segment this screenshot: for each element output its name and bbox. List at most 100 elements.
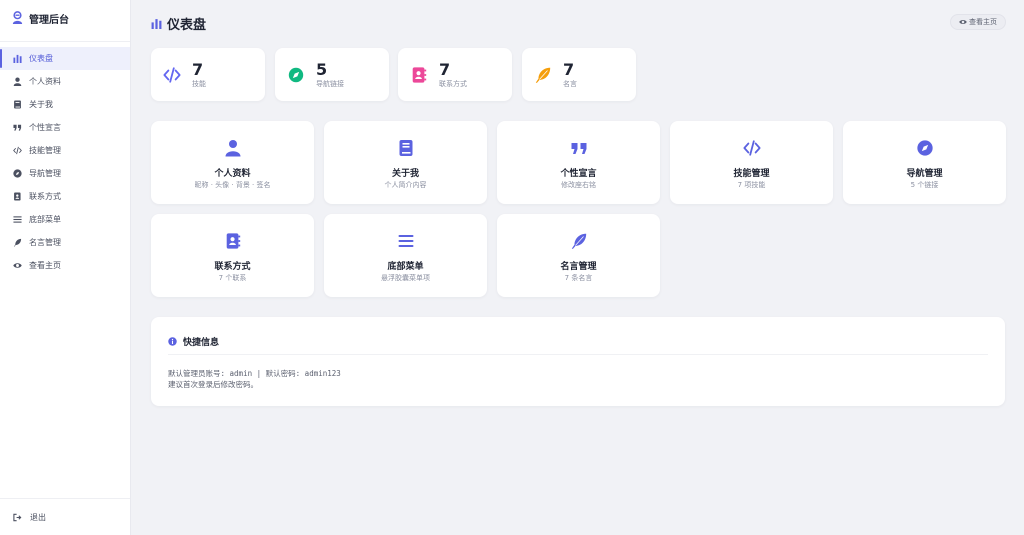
sidebar-item-contacts[interactable]: 联系方式	[0, 185, 130, 208]
sidebar-item-label: 仪表盘	[29, 54, 53, 63]
stat-card-contacts: 7 联系方式	[398, 48, 512, 101]
sidebar-item-navigation[interactable]: 导航管理	[0, 162, 130, 185]
quick-info-card: 快捷信息 默认管理员账号: admin | 默认密码: admin123 建议首…	[151, 317, 1005, 406]
feature-title: 关于我	[391, 169, 419, 179]
user-icon	[12, 77, 22, 87]
code-icon	[670, 139, 833, 157]
sidebar-item-about[interactable]: 关于我	[0, 93, 130, 116]
sidebar-nav: 仪表盘 个人资料 关于我 个性宣言 技能管理 导航管理 联系方式 底部菜单 名言…	[0, 47, 130, 277]
code-icon	[162, 65, 182, 85]
compass-icon	[843, 139, 1006, 157]
bars-icon	[12, 215, 22, 225]
sidebar-item-dashboard[interactable]: 仪表盘	[0, 47, 130, 70]
feather-icon	[533, 65, 553, 85]
quick-info-credentials: 默认管理员账号: admin | 默认密码: admin123	[168, 369, 341, 378]
info-circle-icon	[168, 337, 177, 346]
feature-card-navigation[interactable]: 导航管理 5 个链接	[843, 121, 1006, 204]
address-book-icon	[409, 65, 429, 85]
eye-icon	[959, 19, 967, 25]
feature-subtitle: 昵称 · 头像 · 背景 · 签名	[194, 181, 271, 189]
feature-subtitle: 修改座右铭	[561, 181, 596, 189]
compass-icon	[286, 65, 306, 85]
divider	[0, 41, 130, 42]
stat-label: 技能	[192, 79, 206, 88]
brand: 管理后台	[0, 0, 130, 36]
feature-title: 底部菜单	[387, 262, 424, 272]
stat-label: 名言	[563, 79, 577, 88]
stat-card-skills: 7 技能	[151, 48, 265, 101]
feature-card-contacts[interactable]: 联系方式 7 个联系	[151, 214, 314, 297]
feature-title: 联系方式	[214, 262, 251, 272]
sidebar-item-motto[interactable]: 个性宣言	[0, 116, 130, 139]
stat-card-quotes: 7 名言	[522, 48, 636, 101]
sidebar-item-label: 底部菜单	[29, 215, 61, 224]
feature-subtitle: 7 个联系	[218, 274, 247, 282]
brand-title: 管理后台	[29, 14, 69, 26]
sidebar-item-view-home[interactable]: 查看主页	[0, 254, 130, 277]
feature-card-footer-menu[interactable]: 底部菜单 悬浮胶囊菜单项	[324, 214, 487, 297]
sidebar-item-label: 查看主页	[29, 261, 61, 270]
stat-value: 5	[316, 59, 328, 79]
feature-card-profile[interactable]: 个人资料 昵称 · 头像 · 背景 · 签名	[151, 121, 314, 204]
sign-out-icon	[12, 513, 22, 523]
compass-icon	[12, 169, 22, 179]
stat-value: 7	[439, 59, 451, 79]
feature-card-motto[interactable]: 个性宣言 修改座右铭	[497, 121, 660, 204]
sidebar-item-label: 名言管理	[29, 238, 61, 247]
sidebar-item-label: 联系方式	[29, 192, 61, 201]
page-title-text: 仪表盘	[167, 18, 207, 33]
page-title: 仪表盘	[151, 14, 206, 33]
admin-avatar-icon	[12, 11, 23, 25]
quote-icon	[12, 123, 22, 133]
feather-icon	[12, 238, 22, 248]
stat-label: 导航链接	[316, 79, 344, 88]
divider	[168, 354, 988, 355]
address-book-icon	[12, 192, 22, 202]
sidebar-item-label: 个性宣言	[29, 123, 61, 132]
quick-info-hint: 建议首次登录后修改密码。	[168, 380, 258, 389]
stat-value: 7	[563, 59, 575, 79]
feature-card-about[interactable]: 关于我 个人简介内容	[324, 121, 487, 204]
stat-card-nav-links: 5 导航链接	[275, 48, 389, 101]
sidebar-item-label: 个人资料	[29, 77, 61, 86]
feature-subtitle: 5 个链接	[910, 181, 939, 189]
stat-value: 7	[192, 59, 204, 79]
eye-icon	[12, 261, 22, 271]
feature-title: 名言管理	[560, 262, 597, 272]
sidebar-item-label: 技能管理	[29, 146, 61, 155]
stat-label: 联系方式	[439, 79, 467, 88]
code-icon	[12, 146, 22, 156]
feature-title: 技能管理	[733, 169, 770, 179]
sidebar-item-quotes[interactable]: 名言管理	[0, 231, 130, 254]
quick-info-header: 快捷信息	[168, 335, 219, 348]
quote-icon	[497, 139, 660, 157]
sidebar-item-label: 关于我	[29, 100, 53, 109]
feature-title: 个人资料	[214, 169, 251, 179]
user-icon	[151, 139, 314, 157]
book-icon	[12, 100, 22, 110]
feature-subtitle: 悬浮胶囊菜单项	[381, 274, 430, 282]
logout-button[interactable]: 退出	[12, 512, 46, 523]
feature-subtitle: 个人简介内容	[384, 181, 427, 189]
sidebar: 管理后台 仪表盘 个人资料 关于我 个性宣言 技能管理 导航管理 联系方式 底部…	[0, 0, 131, 535]
view-home-label: 查看主页	[969, 18, 997, 26]
sidebar-item-footer-menu[interactable]: 底部菜单	[0, 208, 130, 231]
feature-card-skills[interactable]: 技能管理 7 项技能	[670, 121, 833, 204]
feature-card-quotes[interactable]: 名言管理 7 条名言	[497, 214, 660, 297]
sidebar-item-profile[interactable]: 个人资料	[0, 70, 130, 93]
chart-bar-icon	[151, 19, 162, 29]
feature-title: 导航管理	[906, 169, 943, 179]
chart-bar-icon	[12, 54, 22, 64]
bars-icon	[324, 232, 487, 250]
view-home-button[interactable]: 查看主页	[950, 14, 1006, 30]
address-book-icon	[151, 232, 314, 250]
book-icon	[324, 139, 487, 157]
quick-info-title: 快捷信息	[183, 338, 220, 348]
sidebar-item-label: 导航管理	[29, 169, 61, 178]
feature-title: 个性宣言	[560, 169, 597, 179]
feature-subtitle: 7 项技能	[737, 181, 766, 189]
divider	[0, 498, 130, 499]
sidebar-item-skills[interactable]: 技能管理	[0, 139, 130, 162]
logout-label: 退出	[30, 513, 46, 522]
feather-icon	[497, 232, 660, 250]
